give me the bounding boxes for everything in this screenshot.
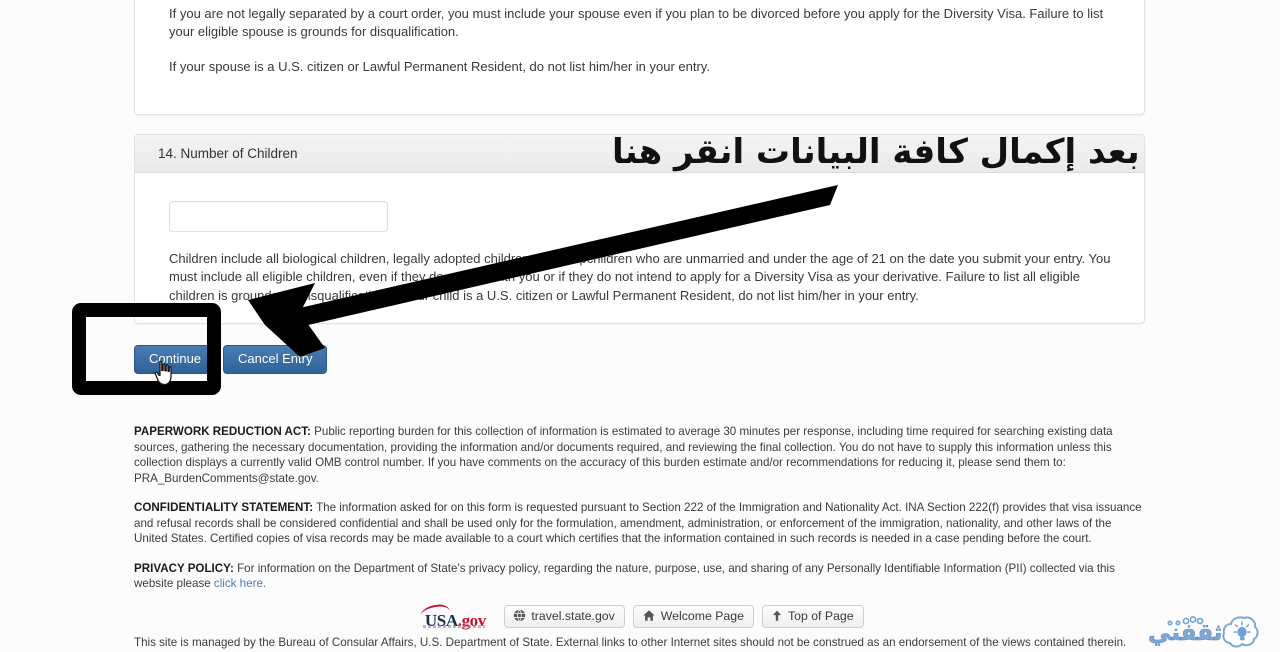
paperwork-label: PAPERWORK REDUCTION ACT: (134, 425, 311, 438)
nav-label-welcome-page: Welcome Page (660, 608, 744, 623)
spouse-info-card: If you are not legally separated by a co… (134, 0, 1145, 115)
nav-label-top-of-page: Top of Page (787, 608, 854, 623)
bottom-navigation: USA.gov travel.state.gov Welcome Page To… (0, 603, 1280, 629)
privacy-policy: PRIVACY POLICY: For information on the D… (134, 561, 1145, 592)
spouse-paragraph-2: If your spouse is a U.S. citizen or Lawf… (169, 58, 710, 74)
mouse-cursor-pointer (154, 360, 172, 386)
site-managed-note: This site is managed by the Bureau of Co… (134, 636, 1127, 649)
privacy-policy-link[interactable]: click here. (214, 577, 266, 590)
home-icon (642, 609, 656, 622)
confidentiality-label: CONFIDENTIALITY STATEMENT: (134, 501, 314, 515)
usa-gov-logo[interactable]: USA.gov (416, 603, 494, 629)
arrow-up-icon (771, 609, 783, 622)
spouse-paragraph-1: If you are not legally separated by a co… (169, 6, 1104, 40)
arabic-annotation-text: بعد إكمال كافة البيانات انقر هنا (612, 132, 1140, 172)
confidentiality-statement: CONFIDENTIALITY STATEMENT: The informati… (134, 500, 1145, 547)
nav-button-welcome-page[interactable]: Welcome Page (632, 604, 754, 628)
usa-gov-tagline (423, 625, 486, 628)
privacy-text: For information on the Department of Sta… (134, 561, 1115, 591)
nav-button-top-of-page[interactable]: Top of Page (761, 604, 864, 628)
nav-button-travel-state-gov[interactable]: travel.state.gov (504, 604, 625, 628)
nav-label-travel-state-gov: travel.state.gov (531, 608, 615, 623)
cancel-entry-button[interactable]: Cancel Entry (223, 345, 328, 374)
privacy-label: PRIVACY POLICY: (134, 561, 234, 575)
site-watermark: ثقفني (1148, 612, 1276, 652)
paperwork-reduction-act: PAPERWORK REDUCTION ACT: Public reportin… (134, 424, 1145, 486)
children-paragraph: Children include all biological children… (169, 251, 1111, 303)
number-of-children-input[interactable] (169, 201, 388, 232)
legal-notices: PAPERWORK REDUCTION ACT: Public reportin… (134, 424, 1145, 606)
watermark-text: ثقفني (1148, 620, 1224, 647)
globe-icon (513, 609, 526, 622)
continue-highlight-box (72, 303, 221, 395)
page-root: If you are not legally separated by a co… (0, 0, 1280, 652)
